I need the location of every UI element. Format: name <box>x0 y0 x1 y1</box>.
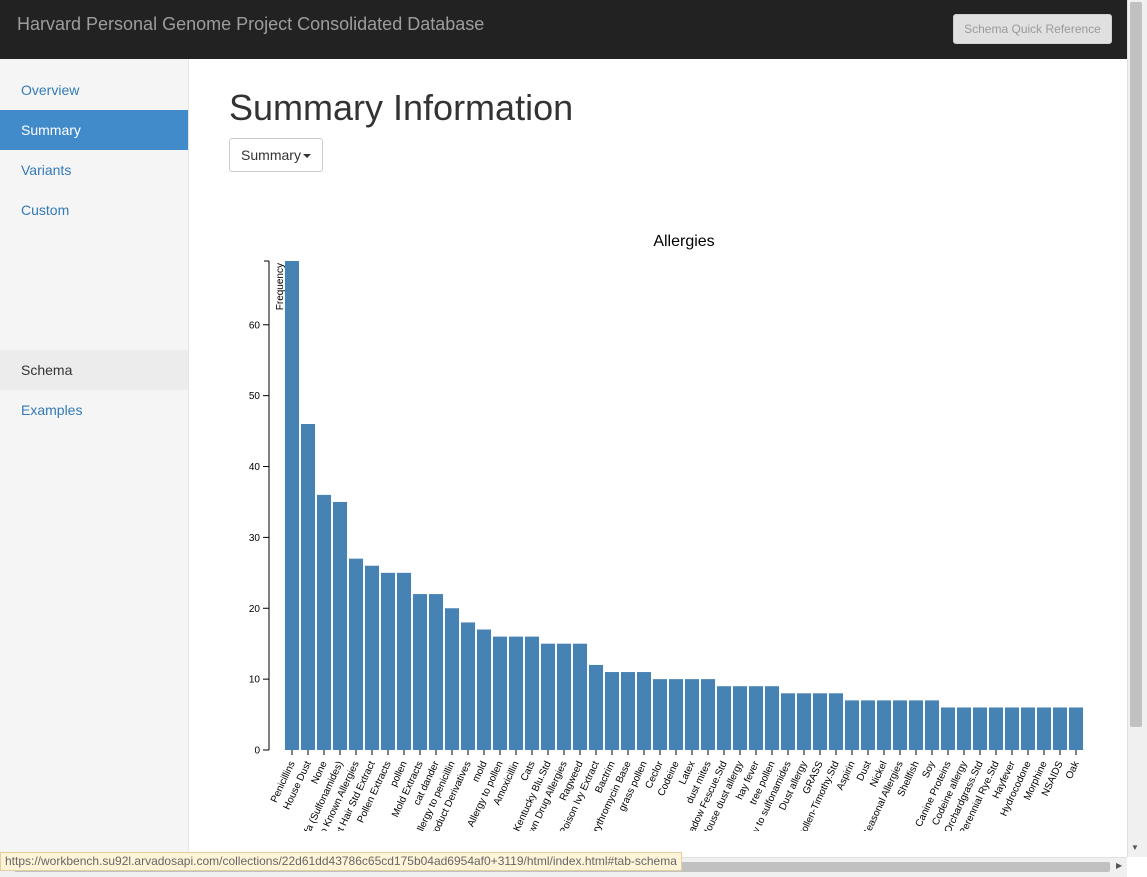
bar-40 <box>924 700 940 750</box>
bar-16 <box>540 643 556 750</box>
y-tick-label-40: 40 <box>249 462 261 473</box>
bar-3 <box>332 501 348 750</box>
chart-title: Allergies <box>653 233 714 250</box>
bar-29 <box>748 686 764 750</box>
main-content: Summary Information Summary Allergies 0 10… <box>190 59 1127 857</box>
bar-7 <box>396 572 412 750</box>
navbar: Harvard Personal Genome Project Consolid… <box>0 0 1127 59</box>
vertical-scrollbar-thumb[interactable] <box>1130 2 1142 727</box>
bar-39 <box>908 700 924 750</box>
bar-32 <box>796 693 812 750</box>
bar-13 <box>492 636 508 750</box>
bar-12 <box>476 629 492 750</box>
sidebar-item-schema[interactable]: Schema <box>0 350 188 390</box>
bar-5 <box>364 565 380 750</box>
bar-47 <box>1036 707 1052 750</box>
caret-down-icon <box>302 154 311 159</box>
bar-17 <box>556 643 572 750</box>
page-title: Summary Information <box>229 87 574 128</box>
vertical-scrollbar[interactable]: ▼ <box>1127 0 1147 857</box>
y-tick-label-50: 50 <box>249 391 261 402</box>
y-tick-label-30: 30 <box>249 533 261 544</box>
bar-36 <box>860 700 876 750</box>
bar-15 <box>524 636 540 750</box>
sidebar-item-summary[interactable]: Summary <box>0 110 188 150</box>
y-tick-label-10: 10 <box>249 675 261 686</box>
summary-dropdown-label: Summary <box>241 147 301 163</box>
scroll-down-arrow-icon[interactable]: ▼ <box>1131 843 1139 852</box>
bar-11 <box>460 622 476 750</box>
bar-28 <box>732 686 748 750</box>
allergies-chart: Allergies0102030405060FrequencyPenicilli… <box>249 233 1084 831</box>
bar-27 <box>716 686 732 750</box>
bar-22 <box>636 672 652 750</box>
status-bar-url: https://workbench.su92l.arvadosapi.com/c… <box>0 852 682 871</box>
bar-34 <box>828 693 844 750</box>
y-tick-label-0: 0 <box>254 746 260 757</box>
bar-10 <box>444 608 460 750</box>
bar-1 <box>300 424 316 750</box>
bar-35 <box>844 700 860 750</box>
bar-2 <box>316 494 332 750</box>
bar-23 <box>652 679 668 750</box>
y-tick-label-60: 60 <box>249 320 261 331</box>
bar-48 <box>1052 707 1068 750</box>
bar-44 <box>988 707 1004 750</box>
bar-18 <box>572 643 588 750</box>
bar-33 <box>812 693 828 750</box>
bar-43 <box>972 707 988 750</box>
bar-24 <box>668 679 684 750</box>
bar-45 <box>1004 707 1020 750</box>
bar-41 <box>940 707 956 750</box>
bar-14 <box>508 636 524 750</box>
bar-19 <box>588 664 604 750</box>
bar-49 <box>1068 707 1084 750</box>
bar-30 <box>764 686 780 750</box>
y-tick-label-20: 20 <box>249 604 261 615</box>
bar-6 <box>380 572 396 750</box>
sidebar-item-variants[interactable]: Variants <box>0 150 188 190</box>
bar-37 <box>876 700 892 750</box>
schema-quick-reference-button[interactable]: Schema Quick Reference <box>953 14 1112 44</box>
bar-31 <box>780 693 796 750</box>
scroll-right-arrow-icon[interactable]: ▶ <box>1116 861 1122 870</box>
bar-46 <box>1020 707 1036 750</box>
bar-21 <box>620 672 636 750</box>
brand-title[interactable]: Harvard Personal Genome Project Consolid… <box>17 14 484 35</box>
x-tick-label-49: Oak <box>1064 759 1082 781</box>
summary-dropdown[interactable]: Summary <box>229 138 323 172</box>
sidebar-item-examples[interactable]: Examples <box>0 390 188 430</box>
y-axis-label: Frequency <box>275 263 286 310</box>
bar-25 <box>684 679 700 750</box>
bar-26 <box>700 679 716 750</box>
sidebar: Overview Summary Variants Custom Schema … <box>0 59 189 857</box>
bar-38 <box>892 700 908 750</box>
sidebar-item-custom[interactable]: Custom <box>0 190 188 230</box>
bar-4 <box>348 558 364 750</box>
bar-20 <box>604 672 620 750</box>
bar-9 <box>428 594 444 750</box>
sidebar-item-overview[interactable]: Overview <box>0 70 188 110</box>
bar-42 <box>956 707 972 750</box>
bar-0 <box>284 261 300 750</box>
bar-8 <box>412 594 428 750</box>
